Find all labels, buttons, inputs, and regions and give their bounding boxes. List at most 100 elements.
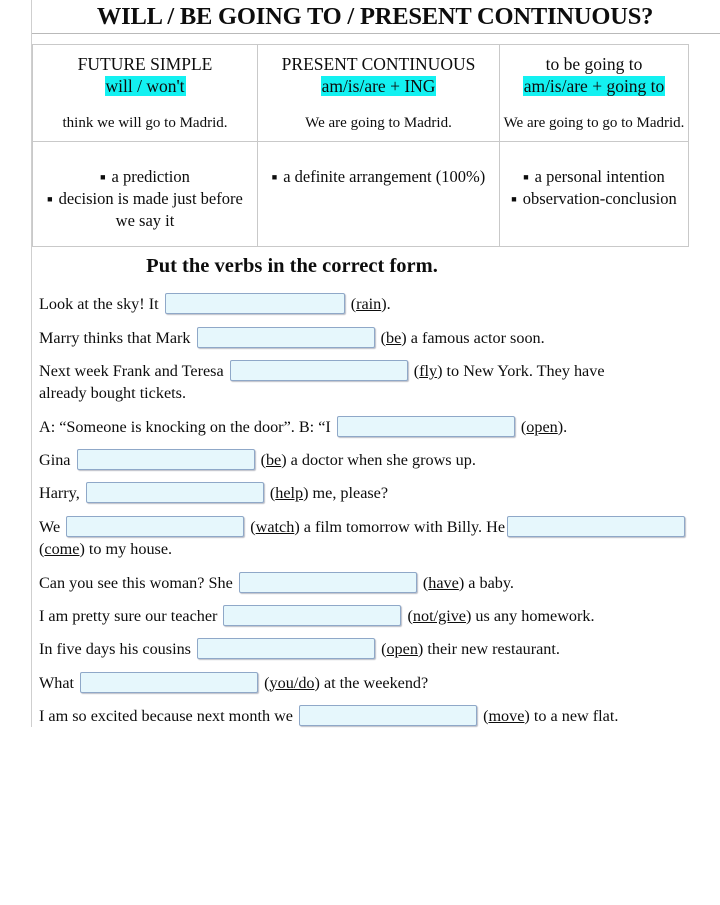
tense-form: am/is/are + ING (258, 75, 499, 97)
question-list: Look at the sky! It (rain). Marry thinks … (32, 293, 688, 727)
answer-blank[interactable] (299, 704, 478, 726)
use-text: observation-conclusion (522, 189, 677, 209)
question-item: A: “Someone is knocking on the door”. B:… (32, 415, 688, 438)
question-item: Harry, (help) me, please? (32, 482, 688, 504)
use-text: a definite arrangement (100%) (283, 167, 486, 187)
verb-cue: (not/give (407, 606, 466, 625)
verb-cue-word: open (386, 640, 418, 659)
question-text: ) a film tomorrow with Billy. He (294, 517, 506, 536)
verb-cue-word: open (526, 417, 558, 436)
square-bullet-icon: ■ (271, 172, 278, 183)
answer-blank[interactable] (66, 515, 245, 537)
verb-cue: (watch (250, 517, 295, 536)
answer-blank[interactable] (76, 449, 255, 471)
square-bullet-icon: ■ (100, 172, 106, 183)
question-text: ) to my house. (79, 540, 173, 559)
table-row-uses: ■ a prediction ■ decision is made just bef… (32, 141, 689, 248)
question-text: ) a famous actor soon. (401, 328, 545, 347)
verb-cue: (you/do (264, 673, 315, 692)
question-text: Look at the sky! It (39, 295, 163, 314)
question-text: Marry thinks that Mark (39, 328, 195, 347)
question-text: I am pretty sure our teacher (39, 606, 222, 625)
answer-blank[interactable] (85, 482, 264, 504)
verb-cue-word: be (265, 451, 282, 470)
tense-form-highlight: am/is/are + ING (320, 75, 437, 96)
question-text: Can you see this woman? She (39, 573, 237, 592)
use-text: decision is made just before we say it (58, 189, 243, 230)
use-text: a personal intention (534, 167, 665, 187)
tense-name: FUTURE SIMPLE (77, 54, 213, 74)
question-text: ) a baby. (458, 573, 514, 592)
question-text: ) at the weekend? (314, 673, 429, 692)
verb-cue: (rain (350, 295, 382, 314)
question-item: I am so excited because next month we (m… (32, 704, 688, 727)
question-text: ) to a new flat. (524, 706, 619, 725)
question-item: I am pretty sure our teacher (not/give) … (32, 604, 688, 627)
question-item: We (watch) a film tomorrow with Billy. H… (32, 515, 688, 561)
answer-blank[interactable] (164, 293, 345, 315)
list-item: ■ observation-conclusion (506, 188, 682, 209)
verb-cue: (be (380, 328, 402, 347)
question-text: ) their new restaurant. (417, 640, 560, 659)
list-item: ■ a definite arrangement (100%) (264, 166, 493, 187)
verb-cue: (open (520, 417, 558, 436)
answer-blank[interactable] (238, 571, 417, 593)
square-bullet-icon: ■ (47, 194, 53, 205)
use-text: a prediction (111, 167, 190, 187)
question-item: Gina (be) a doctor when she grows up. (32, 449, 688, 471)
tense-form-highlight: am/is/are + going to (522, 75, 666, 96)
question-text: ) us any homework. (465, 606, 595, 625)
verb-cue-word: watch (255, 517, 295, 536)
table-row-forms: FUTURE SIMPLE will / won't think we will… (32, 43, 689, 143)
question-text: A: “Someone is knocking on the door”. B:… (39, 417, 335, 436)
answer-blank[interactable] (197, 638, 376, 660)
verb-cue: (come (39, 540, 80, 559)
tense-example: think we will go to Madrid. (62, 115, 228, 132)
list-item: ■ a prediction (39, 166, 251, 187)
verb-cue: (be (260, 451, 282, 470)
square-bullet-icon: ■ (523, 172, 529, 183)
question-text: Next week Frank and Teresa (39, 362, 228, 380)
tense-example: We are going to Madrid. (305, 115, 452, 132)
question-text: ) to New York. They have (437, 362, 605, 380)
question-item: What (you/do) at the weekend? (32, 671, 688, 694)
uses-list: ■ a prediction ■ decision is made just bef… (33, 142, 257, 230)
question-item: Marry thinks that Mark (be) a famous act… (32, 326, 688, 349)
question-text: I am so excited because next month we (39, 706, 298, 725)
verb-cue: (have (422, 573, 459, 592)
answer-blank[interactable] (196, 326, 375, 348)
question-item: In five days his cousins (open) their ne… (32, 638, 688, 660)
square-bullet-icon: ■ (511, 194, 517, 205)
answer-blank[interactable] (229, 360, 408, 381)
worksheet-page: WILL / BE GOING TO / PRESENT CONTINUOUS?… (31, 0, 720, 728)
question-item: Can you see this woman? She (have) a bab… (32, 571, 688, 594)
question-item: Next week Frank and Teresa (fly) to New … (32, 360, 688, 405)
answer-blank[interactable] (507, 515, 686, 537)
verb-cue-word: have (428, 573, 459, 592)
tense-name: to be going to (545, 54, 643, 74)
question-text: We (39, 517, 65, 536)
tense-example: We are going to go to Madrid. (503, 115, 685, 132)
answer-blank[interactable] (80, 671, 259, 693)
question-text: In five days his cousins (39, 640, 196, 659)
verb-cue-word: fly (419, 362, 438, 380)
answer-blank[interactable] (223, 604, 402, 626)
verb-cue-word: rain (356, 295, 382, 314)
question-second-line: (come) to my house. (39, 538, 688, 560)
question-text: ). (381, 295, 391, 314)
tense-form-highlight: will / won't (104, 75, 186, 96)
verb-cue: (fly (413, 362, 438, 380)
verb-cue: (help (269, 484, 304, 503)
table-cell-be-going-to-uses: ■ a personal intention ■ observation-concl… (499, 141, 689, 248)
table-cell-present-continuous: PRESENT CONTINUOUS am/is/are + ING We ar… (257, 43, 500, 143)
question-text: Harry, (39, 484, 84, 503)
tense-name: PRESENT CONTINUOUS (281, 54, 476, 74)
question-text: ). (557, 417, 568, 436)
verb-cue: (move (483, 706, 525, 725)
verb-cue-word: come (44, 540, 80, 559)
verb-cue-word: you/do (269, 673, 315, 692)
table-cell-future-simple-uses: ■ a prediction ■ decision is made just bef… (32, 141, 258, 248)
answer-blank[interactable] (336, 415, 515, 437)
list-item: ■ decision is made just before we say it (39, 188, 251, 230)
table-cell-future-simple: FUTURE SIMPLE will / won't think we will… (32, 43, 258, 143)
